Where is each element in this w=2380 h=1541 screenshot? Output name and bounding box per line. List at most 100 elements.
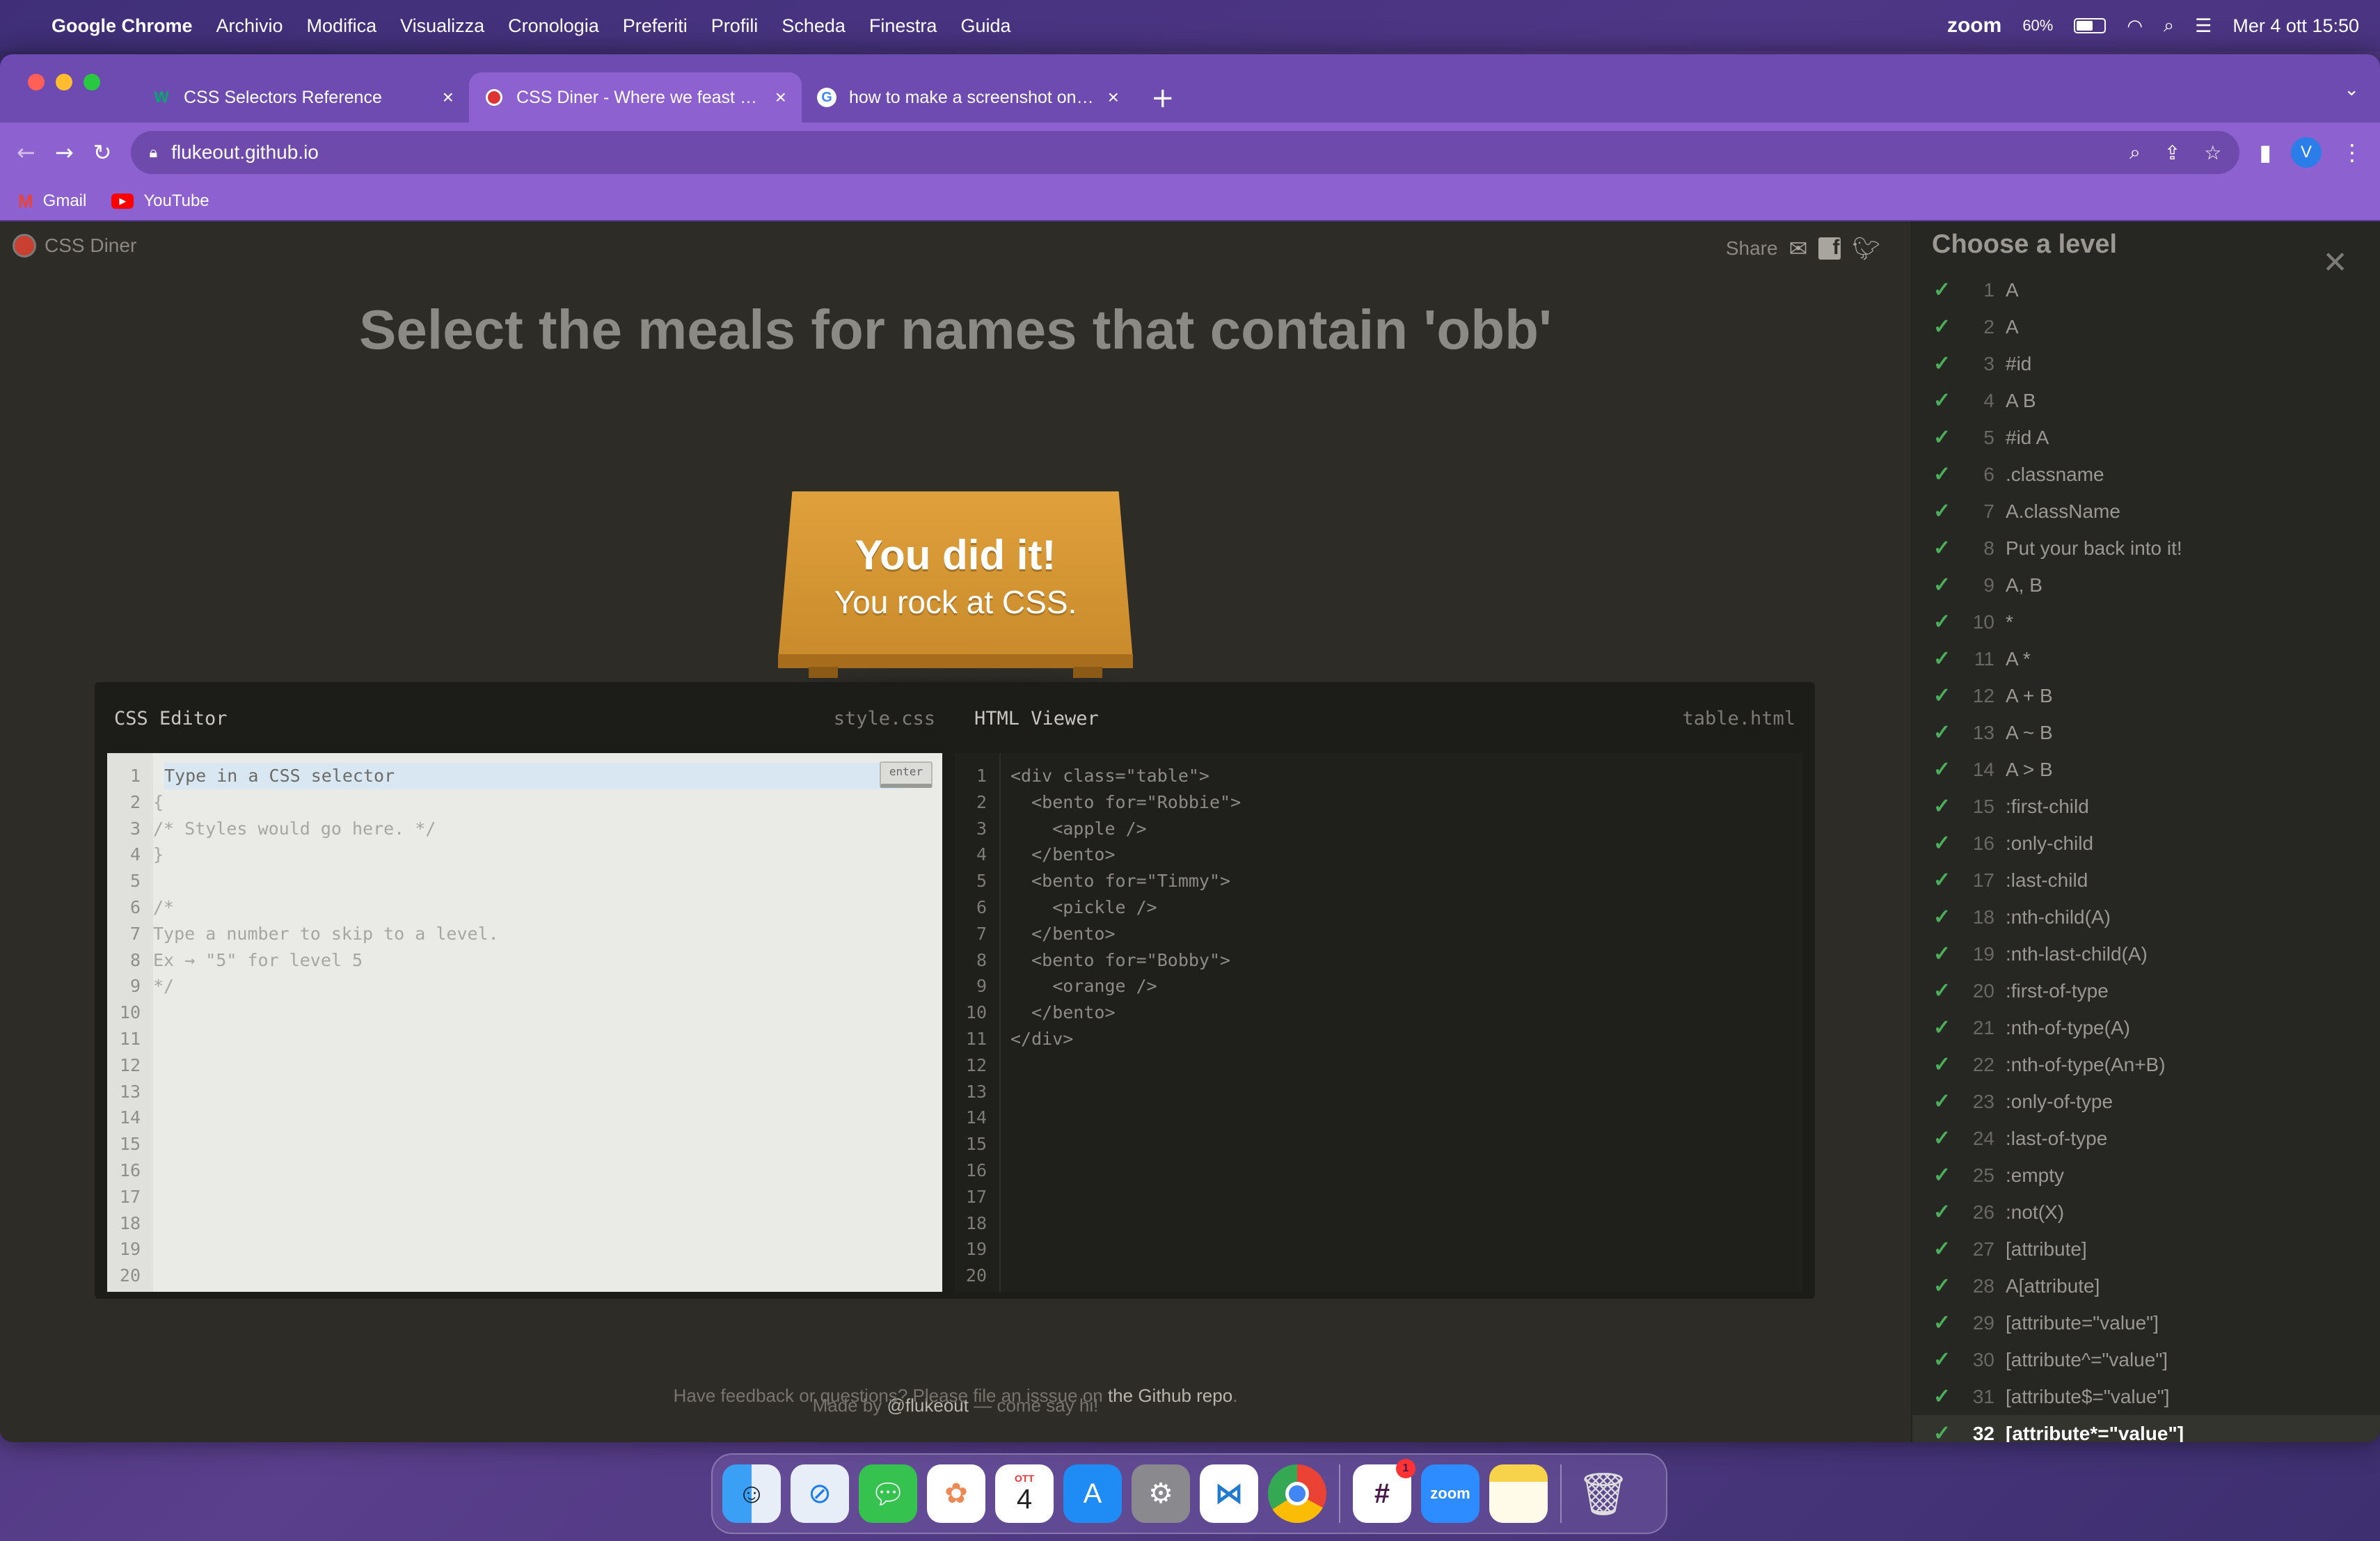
address-bar[interactable]: 🔒︎ flukeout.github.io ⌕ ⇪ ☆ [131,131,2240,174]
share-page-icon[interactable]: ⇪ [2164,141,2180,164]
level-item[interactable]: ✓ 21:nth-of-type(A) [1912,1009,2380,1046]
photos-app-icon[interactable]: ✿ [927,1464,985,1523]
control-center-icon[interactable]: ☰ [2195,15,2212,37]
vscode-app-icon[interactable]: ⋈ [1200,1464,1258,1523]
finder-app-icon[interactable]: ☺ [722,1464,781,1523]
notes-app-icon[interactable] [1489,1464,1548,1523]
level-item[interactable]: ✓ 8 Put your back into it! [1912,530,2380,567]
level-item[interactable]: ✓ 32 [attribute*="value"] [1912,1415,2380,1442]
checkmark-icon: ✓ [1933,1385,1951,1408]
url-text[interactable]: flukeout.github.io [171,141,319,164]
level-item[interactable]: ✓ 15:first-child [1912,788,2380,825]
system-settings-icon[interactable]: ⚙ [1132,1464,1190,1523]
level-item[interactable]: ✓ 1 A [1912,271,2380,308]
profile-avatar[interactable]: V [2291,137,2322,168]
css-diner-logo[interactable]: CSS Diner [13,234,136,258]
menu-item-archivio[interactable]: Archivio [216,15,283,37]
github-repo-link[interactable]: the Github repo [1108,1385,1232,1406]
level-selector-label: [attribute^="value"] [2006,1348,2168,1370]
zoom-status-icon[interactable]: zoom [1947,14,2001,38]
level-item[interactable]: ✓ 18:nth-child(A) [1912,899,2380,935]
menu-item-modifica[interactable]: Modifica [307,15,377,37]
close-tab-icon[interactable]: × [1108,86,1119,109]
wifi-icon[interactable]: ◠ [2127,15,2143,37]
minimize-window-button[interactable] [56,74,72,90]
level-item[interactable]: ✓ 31 [attribute$="value"] [1912,1378,2380,1415]
menu-item-scheda[interactable]: Scheda [782,15,846,37]
level-item[interactable]: ✓ 26:not(X) [1912,1194,2380,1231]
slack-app-icon[interactable]: #1 [1353,1459,1415,1523]
close-tab-icon[interactable]: × [775,86,786,109]
menu-item-preferiti[interactable]: Preferiti [623,15,688,37]
spotlight-search-icon[interactable]: ⌕ [2164,15,2174,37]
level-item[interactable]: ✓ 17:last-child [1912,862,2380,899]
level-item[interactable]: ✓ 10 * [1912,603,2380,640]
messages-app-icon[interactable]: 💬︎ [859,1464,917,1523]
tab-screenshot-search[interactable]: G how to make a screenshot on mac × [802,72,1134,123]
level-item[interactable]: ✓ 24:last-of-type [1912,1120,2380,1157]
level-selector-label: :empty [2006,1164,2065,1186]
twitter-icon[interactable]: 🐦︎ [1852,235,1880,262]
level-item[interactable]: ✓ 28 A[attribute] [1912,1267,2380,1304]
forward-icon[interactable]: → [55,139,74,166]
menu-item-cronologia[interactable]: Cronologia [508,15,599,37]
level-item[interactable]: ✓ 4 A B [1912,382,2380,419]
reload-icon[interactable]: ↻ [93,139,112,166]
level-item[interactable]: ✓ 7 A.className [1912,493,2380,530]
menu-item-finestra[interactable]: Finestra [869,15,937,37]
level-item[interactable]: ✓ 22:nth-of-type(An+B) [1912,1046,2380,1083]
new-tab-button[interactable]: + [1151,82,1175,114]
calendar-app-icon[interactable]: OTT 4 [995,1464,1054,1523]
menu-item-google-chrome[interactable]: Google Chrome [51,15,193,37]
level-item[interactable]: ✓ 20:first-of-type [1912,972,2380,1009]
level-item[interactable]: ✓ 23:only-of-type [1912,1083,2380,1120]
close-tab-icon[interactable]: × [443,86,454,109]
level-item[interactable]: ✓ 16:only-child [1912,825,2380,862]
email-icon[interactable]: ✉ [1789,235,1808,262]
level-item[interactable]: ✓ 11 A * [1912,640,2380,677]
tab-css-selectors[interactable]: W CSS Selectors Reference × [136,72,469,123]
zoom-page-icon[interactable]: ⌕ [2129,141,2141,164]
level-item[interactable]: ✓ 3 #id [1912,345,2380,382]
trash-icon[interactable]: 🗑︎ [1574,1464,1633,1523]
tab-search-chevron-icon[interactable]: ⌄ [2344,79,2359,100]
level-item[interactable]: ✓ 12 A + B [1912,677,2380,714]
level-item[interactable]: ✓ 29 [attribute="value"] [1912,1304,2380,1341]
level-selector-label: A [2006,315,2019,338]
level-item[interactable]: ✓ 14 A > B [1912,751,2380,788]
tab-css-diner[interactable]: CSS Diner - Where we feast on CSS × [469,72,802,123]
css-selector-input[interactable]: Type in a CSS selector [164,763,905,789]
checkmark-icon: ✓ [1933,278,1951,301]
game-area: CSS Diner Share ✉ f 🐦︎ Select the meals … [0,221,1911,1442]
lock-icon[interactable]: 🔒︎ [149,143,157,161]
safari-app-icon[interactable]: ⊘ [791,1464,849,1523]
diner-logo-icon [13,234,36,258]
level-item[interactable]: ✓ 30 [attribute^="value"] [1912,1341,2380,1378]
zoom-window-button[interactable] [84,74,100,90]
chrome-app-icon[interactable] [1268,1464,1326,1523]
level-item[interactable]: ✓ 9 A, B [1912,567,2380,603]
side-panel-icon[interactable]: ▮ [2259,139,2271,166]
bookmark-star-icon[interactable]: ☆ [2204,141,2221,164]
close-window-button[interactable] [28,74,45,90]
level-item[interactable]: ✓ 2 A [1912,308,2380,345]
bookmark-youtube[interactable]: ▶ YouTube [111,191,209,211]
menu-item-visualizza[interactable]: Visualizza [400,15,484,37]
level-item[interactable]: ✓ 25:empty [1912,1157,2380,1194]
clock[interactable]: Mer 4 ott 15:50 [2232,15,2359,37]
level-item[interactable]: ✓ 5 #id A [1912,419,2380,456]
level-item[interactable]: ✓ 19:nth-last-child(A) [1912,935,2380,972]
chrome-menu-icon[interactable]: ⋮ [2341,139,2363,166]
level-item[interactable]: ✓ 13 A ~ B [1912,714,2380,751]
menu-item-guida[interactable]: Guida [960,15,1010,37]
zoom-app-icon[interactable]: zoom [1421,1464,1479,1523]
level-item[interactable]: ✓ 6 .classname [1912,456,2380,493]
enter-button[interactable]: enter [880,761,933,788]
menu-item-profili[interactable]: Profili [711,15,759,37]
level-item[interactable]: ✓ 27 [attribute] [1912,1231,2380,1267]
battery-icon[interactable] [2074,18,2107,33]
bookmark-gmail[interactable]: M Gmail [18,191,86,212]
app-store-icon[interactable]: A [1063,1464,1122,1523]
facebook-icon[interactable]: f [1818,236,1841,260]
back-icon[interactable]: ← [17,139,35,166]
